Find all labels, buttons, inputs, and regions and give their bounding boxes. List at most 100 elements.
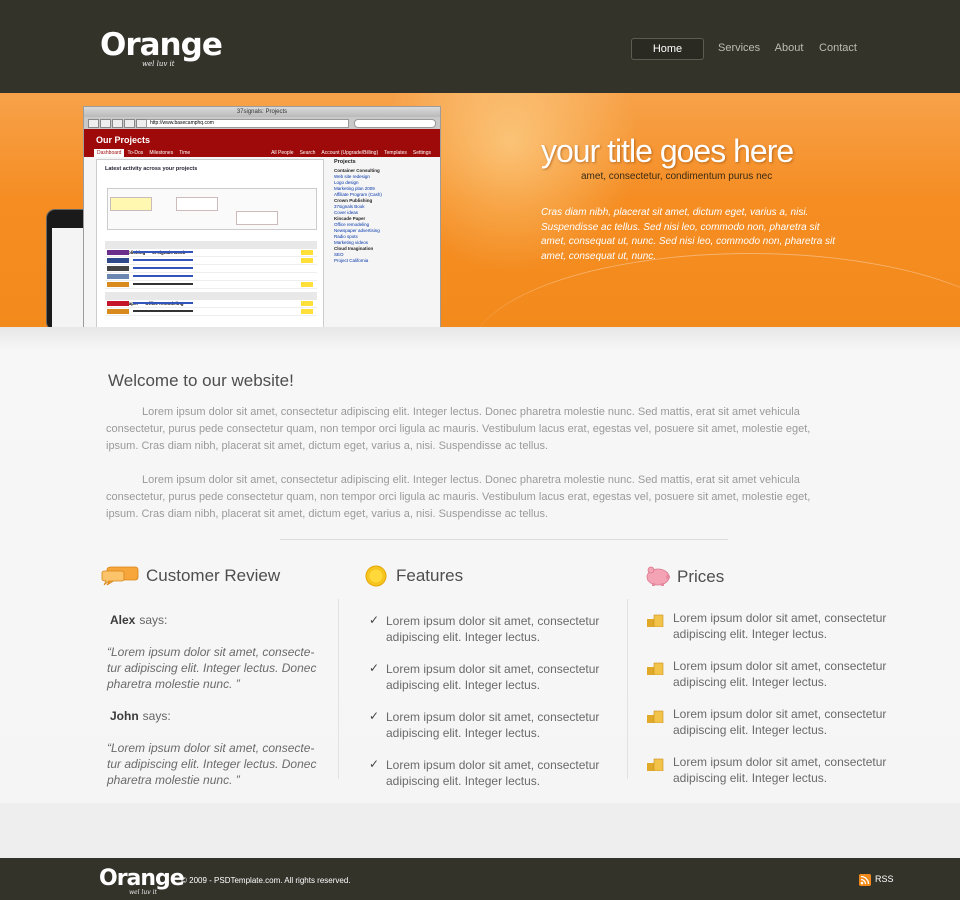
footer-logo-text: Orange [99, 866, 185, 891]
activity-row [105, 308, 317, 316]
feature-text: Lorem ipsum dolor sit amet, consectetur … [386, 710, 600, 740]
price-text: Lorem ipsum dolor sit amet, consectetur … [673, 707, 887, 737]
today-badge [301, 258, 313, 263]
section-header: Kincade Paper — Office remodeling [105, 292, 317, 306]
calendar [107, 188, 317, 230]
app-header: Our Projects Dashboard To-Dos Milestones Ti… [84, 129, 440, 157]
today-badge [301, 309, 313, 314]
calendar-note [110, 197, 152, 211]
activity-row [105, 273, 317, 281]
coins-icon [647, 614, 664, 627]
browser-titlebar: 37signals: Projects [84, 107, 440, 117]
calendar-note [236, 211, 278, 225]
app-tab: Milestones [149, 150, 174, 156]
price-text: Lorem ipsum dolor sit amet, consectetur … [673, 659, 887, 689]
app-tab: Account (Upgrade/Billing) [321, 150, 379, 156]
review-says: says: [139, 613, 168, 627]
forward-icon [100, 119, 111, 128]
activity-tag [107, 258, 129, 263]
activity-list: Crown Publishing — 37signals Book Kincad… [105, 238, 317, 316]
welcome-heading: Welcome to our website! [108, 371, 294, 390]
nav-home[interactable]: Home [631, 38, 704, 60]
app-tab: Templates [384, 150, 407, 156]
review-title: Customer Review [146, 566, 281, 585]
rss-link[interactable]: RSS [875, 874, 894, 884]
activity-link [133, 310, 193, 312]
activity-tag [107, 266, 129, 271]
activity-tag [107, 274, 129, 279]
sidebar-title: Projects [334, 159, 356, 165]
sun-icon [365, 565, 387, 587]
app-tab: Dashboard [94, 149, 125, 157]
browser-search [354, 119, 436, 128]
feature-text: Lorem ipsum dolor sit amet, consectetur … [386, 662, 600, 692]
nav-about[interactable]: About [773, 38, 805, 58]
banner-text: Cras diam nibh, placerat sit amet, dictu… [541, 207, 836, 262]
today-badge [301, 250, 313, 255]
intro-paragraph: Lorem ipsum dolor sit amet, consectetur … [106, 474, 811, 520]
site-header: Orange wel luv it Home Services About Co… [0, 0, 960, 93]
speech-bubble-icon [101, 566, 139, 586]
footer-logo[interactable]: Orange wel luv it [99, 866, 185, 897]
feature-text: Lorem ipsum dolor sit amet, consectetur … [386, 614, 600, 644]
column-separator [338, 599, 339, 779]
copyright-text: © 2009 - PSDTemplate.com. All rights res… [181, 876, 351, 885]
app-tabs: Dashboard To-Dos Milestones Time [94, 149, 193, 157]
sidebar-link: Project California [334, 258, 369, 263]
browser-toolbar: http://www.basecamphq.com [84, 117, 440, 129]
activity-row [105, 300, 317, 308]
calendar-note [176, 197, 218, 211]
activity-row [105, 265, 317, 273]
app-tab: Search [299, 150, 316, 156]
stop-icon [124, 119, 135, 128]
logo-tagline: wel luv it [142, 60, 175, 68]
activity-row [105, 249, 317, 257]
review-author: Alex says: [110, 613, 167, 627]
check-icon: ✓ [369, 757, 380, 771]
nav-contact[interactable]: Contact [818, 38, 858, 58]
review-author-name: Alex [110, 613, 136, 627]
section-header: Crown Publishing — 37signals Book [105, 241, 317, 255]
check-icon: ✓ [369, 613, 380, 627]
app-tab: All People [271, 150, 294, 156]
activity-link [133, 259, 193, 261]
coins-icon [647, 758, 664, 771]
main-nav: Home Services About Contact [0, 38, 960, 60]
check-icon: ✓ [369, 661, 380, 675]
features-title: Features [396, 566, 464, 585]
rss-icon[interactable] [859, 874, 871, 886]
activity-tag [107, 301, 129, 306]
activity-row [105, 257, 317, 265]
column-separator [627, 599, 628, 779]
piggy-bank-icon [646, 566, 670, 586]
app-tab: Settings [412, 150, 431, 156]
activity-tag [107, 250, 129, 255]
review-says: says: [142, 709, 171, 723]
section-divider [280, 539, 728, 540]
review-quote: “Lorem ipsum dolor sit amet, consecte-tu… [107, 645, 317, 691]
activity-panel: Latest activity across your projects Cro… [96, 159, 324, 327]
activity-link [133, 251, 193, 253]
nav-services[interactable]: Services [718, 38, 760, 58]
intro-paragraph: Lorem ipsum dolor sit amet, consectetur … [106, 406, 811, 452]
browser-url: http://www.basecamphq.com [146, 119, 349, 128]
price-text: Lorem ipsum dolor sit amet, consectetur … [673, 611, 887, 641]
app-tab: To-Dos [127, 150, 144, 156]
today-badge [301, 282, 313, 287]
price-text: Lorem ipsum dolor sit amet, consectetur … [673, 755, 887, 785]
app-tab: Time [179, 150, 191, 156]
main-content: Welcome to our website! Lorem ipsum dolo… [0, 327, 960, 803]
feature-text: Lorem ipsum dolor sit amet, consectetur … [386, 758, 600, 788]
activity-link [133, 302, 193, 304]
activity-link [133, 275, 193, 277]
app-right-tabs: All People Search Account (Upgrade/Billing… [268, 149, 434, 157]
phone-screen [52, 228, 86, 327]
banner-title: your title goes here [541, 133, 794, 169]
projects-sidebar: Projects Container Consulting Web site r… [334, 159, 430, 327]
site-footer: Orange wel luv it © 2009 - PSDTemplate.c… [0, 858, 960, 900]
coins-icon [647, 710, 664, 723]
hero-banner: 37signals: Projects http://www.basecamph… [0, 93, 960, 327]
review-quote: “Lorem ipsum dolor sit amet, consecte-tu… [107, 741, 317, 787]
reload-icon [112, 119, 123, 128]
activity-row [105, 281, 317, 289]
